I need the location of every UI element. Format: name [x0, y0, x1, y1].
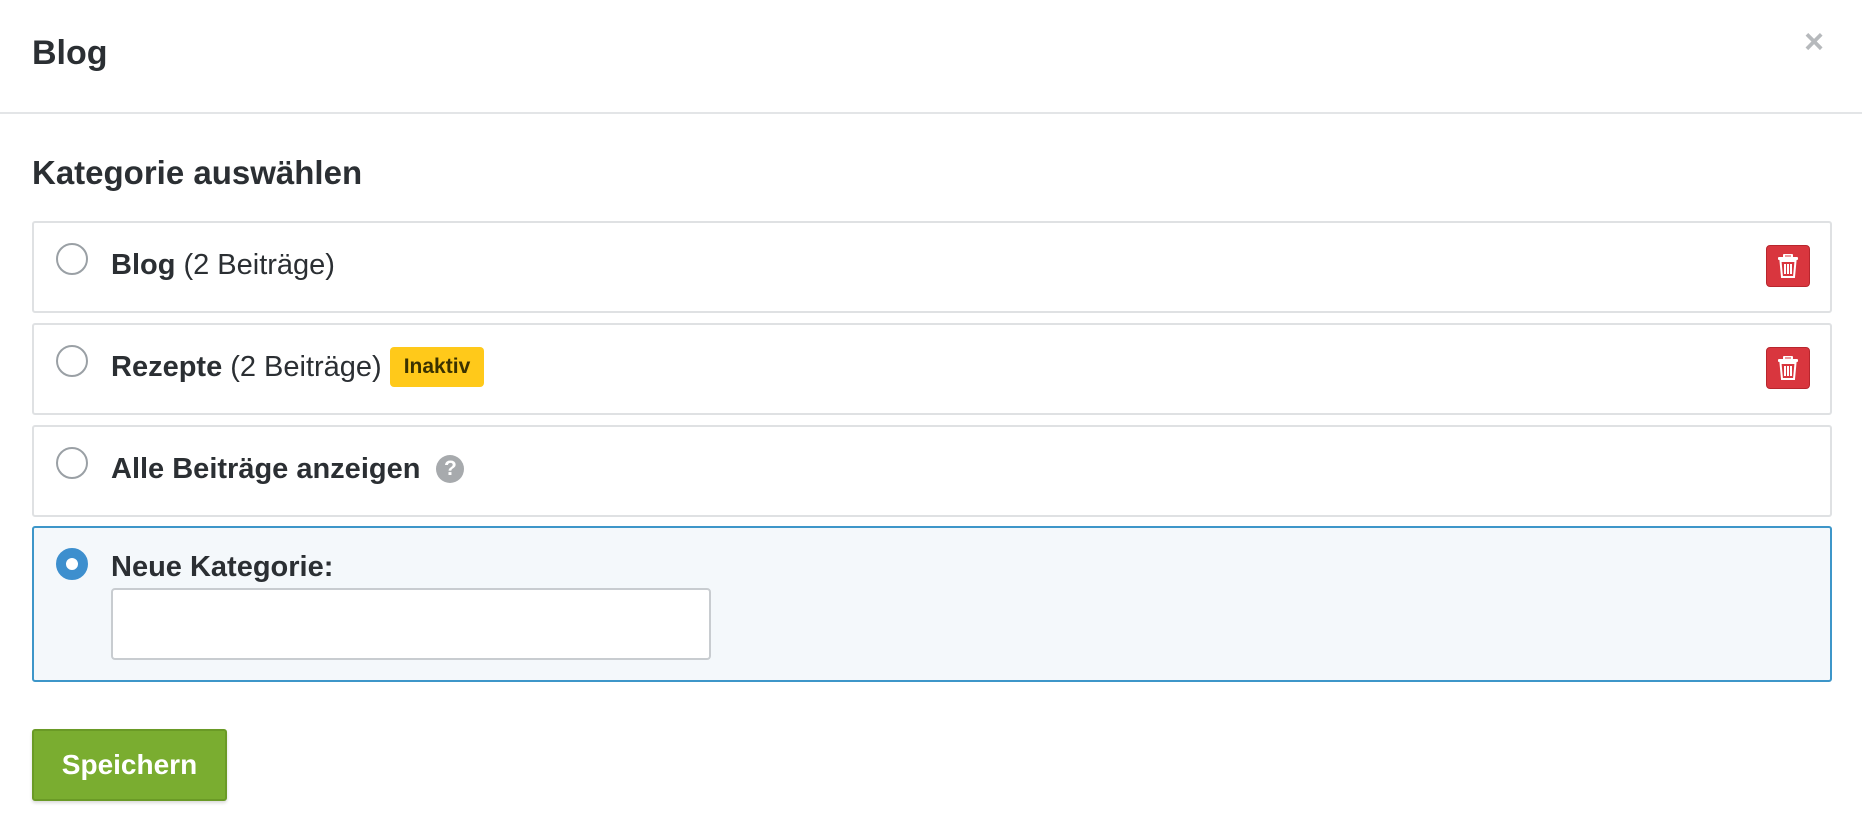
radio-all-posts[interactable]: [56, 447, 88, 479]
option-count: (2 Beiträge): [183, 249, 335, 281]
category-option-rezepte[interactable]: Rezepte (2 Beiträge) Inaktiv: [32, 323, 1832, 415]
section-heading: Kategorie auswählen: [32, 154, 363, 191]
close-icon[interactable]: ×: [1796, 22, 1832, 62]
option-name: Alle Beiträge anzeigen: [111, 453, 421, 485]
option-name: Rezepte: [111, 351, 223, 383]
modal-title: Blog: [32, 34, 108, 72]
category-option-all-posts[interactable]: Alle Beiträge anzeigen ?: [32, 425, 1832, 517]
option-label: Alle Beiträge anzeigen ?: [111, 449, 465, 489]
radio-rezepte[interactable]: [56, 345, 88, 377]
delete-button-rezepte[interactable]: [1766, 347, 1810, 389]
option-label: Rezepte (2 Beiträge) Inaktiv: [111, 347, 485, 387]
status-badge: Inaktiv: [389, 347, 485, 387]
save-button[interactable]: Speichern: [32, 729, 227, 801]
radio-new-category[interactable]: [56, 548, 88, 580]
trash-icon: [1778, 254, 1798, 278]
option-name: Neue Kategorie:: [111, 551, 334, 583]
radio-blog[interactable]: [56, 243, 88, 275]
option-name: Blog: [111, 249, 176, 281]
modal-header: Blog ×: [0, 0, 1862, 114]
trash-icon: [1778, 356, 1798, 380]
option-label: Blog (2 Beiträge): [111, 245, 335, 285]
help-icon[interactable]: ?: [436, 455, 465, 483]
category-option-blog[interactable]: Blog (2 Beiträge): [32, 221, 1832, 313]
option-count: (2 Beiträge): [230, 351, 382, 383]
category-option-new[interactable]: Neue Kategorie:: [32, 526, 1832, 682]
new-category-input[interactable]: [111, 588, 711, 660]
delete-button-blog[interactable]: [1766, 245, 1810, 287]
option-label: Neue Kategorie:: [111, 547, 333, 587]
